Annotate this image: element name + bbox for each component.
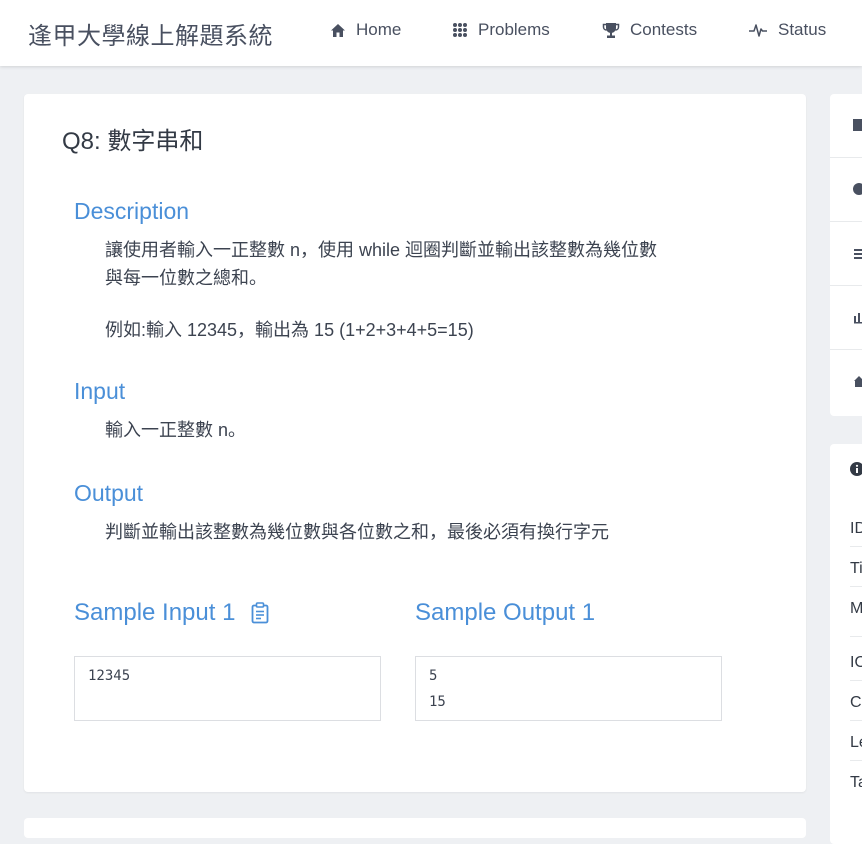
next-card	[24, 818, 806, 838]
side-menu-item-submissions[interactable]	[830, 222, 862, 286]
info-divider	[850, 720, 862, 721]
home-icon	[331, 23, 345, 37]
nav-home[interactable]: Home	[330, 19, 401, 41]
book-icon	[853, 119, 862, 131]
nav-status-label: Status	[778, 20, 827, 39]
info-divider	[850, 680, 862, 681]
sample-input-heading: Sample Input 1	[74, 599, 269, 627]
info-label-level: Le	[850, 734, 862, 751]
problem-actions-menu	[830, 94, 862, 416]
nav-home-label: Home	[356, 20, 402, 39]
info-icon	[850, 462, 862, 476]
info-label-io: IO	[850, 654, 862, 671]
info-divider	[850, 760, 862, 761]
info-label-time: Ti	[850, 560, 862, 577]
sample-output-line: 5	[429, 668, 438, 684]
site-brand[interactable]: 逢甲大學線上解題系統	[28, 16, 273, 51]
nav-problems-label: Problems	[478, 20, 550, 39]
nav-problems[interactable]: Problems	[452, 19, 550, 41]
info-label-tags: Ta	[850, 774, 862, 791]
info-label-created: Cr	[850, 694, 862, 711]
description-text-line1: 讓使用者輸入一正整數 n，使用 while 迴圈判斷並輸出該整數為幾位數	[105, 240, 658, 260]
nav-contests[interactable]: Contests	[602, 19, 697, 41]
sample-output-line: 15	[429, 694, 446, 710]
info-divider	[850, 586, 862, 587]
description-example: 例如:輸入 12345，輸出為 15 (1+2+3+4+5=15)	[105, 320, 474, 340]
info-label-id: ID	[850, 520, 862, 537]
home-icon	[854, 376, 862, 387]
clipboard-icon[interactable]	[251, 602, 269, 624]
info-label-memory: M	[850, 600, 862, 617]
grid-icon	[453, 23, 467, 37]
info-divider	[850, 636, 862, 637]
side-menu-item-problem[interactable]	[830, 94, 862, 158]
bar-chart-icon	[854, 313, 862, 324]
side-menu-item-home[interactable]	[830, 350, 862, 414]
problem-info-card: ID Ti M IO Cr Le Ta	[830, 444, 862, 844]
sample-input-line: 12345	[88, 668, 131, 684]
pulse-icon	[749, 24, 767, 37]
trophy-icon	[602, 22, 620, 38]
sample-input-box[interactable]: 12345	[74, 656, 381, 721]
top-navbar: 逢甲大學線上解題系統 Home Problems Contests Status	[0, 0, 862, 66]
sample-output-label: Sample Output 1	[415, 599, 596, 626]
sample-input-label: Sample Input 1	[74, 599, 236, 626]
side-menu-item-statistics[interactable]	[830, 286, 862, 350]
problem-title: Q8: 數字串和	[62, 128, 204, 155]
nav-status[interactable]: Status	[748, 19, 826, 41]
submit-icon	[853, 183, 862, 195]
input-heading: Input	[74, 378, 126, 404]
sample-output-box[interactable]: 5 15	[415, 656, 722, 721]
output-heading: Output	[74, 480, 144, 506]
list-icon	[854, 249, 862, 259]
sample-output-heading: Sample Output 1	[415, 599, 595, 627]
description-heading: Description	[74, 198, 190, 224]
nav-contests-label: Contests	[630, 20, 698, 39]
info-divider	[850, 546, 862, 547]
problem-card: Q8: 數字串和 Description 讓使用者輸入一正整數 n，使用 whi…	[24, 94, 806, 792]
description-text-line2: 與每一位數之總和。	[105, 268, 267, 288]
input-text: 輸入一正整數 n。	[105, 420, 247, 440]
side-menu-item-submit[interactable]	[830, 158, 862, 222]
output-text: 判斷並輸出該整數為幾位數與各位數之和，最後必須有換行字元	[105, 522, 609, 542]
